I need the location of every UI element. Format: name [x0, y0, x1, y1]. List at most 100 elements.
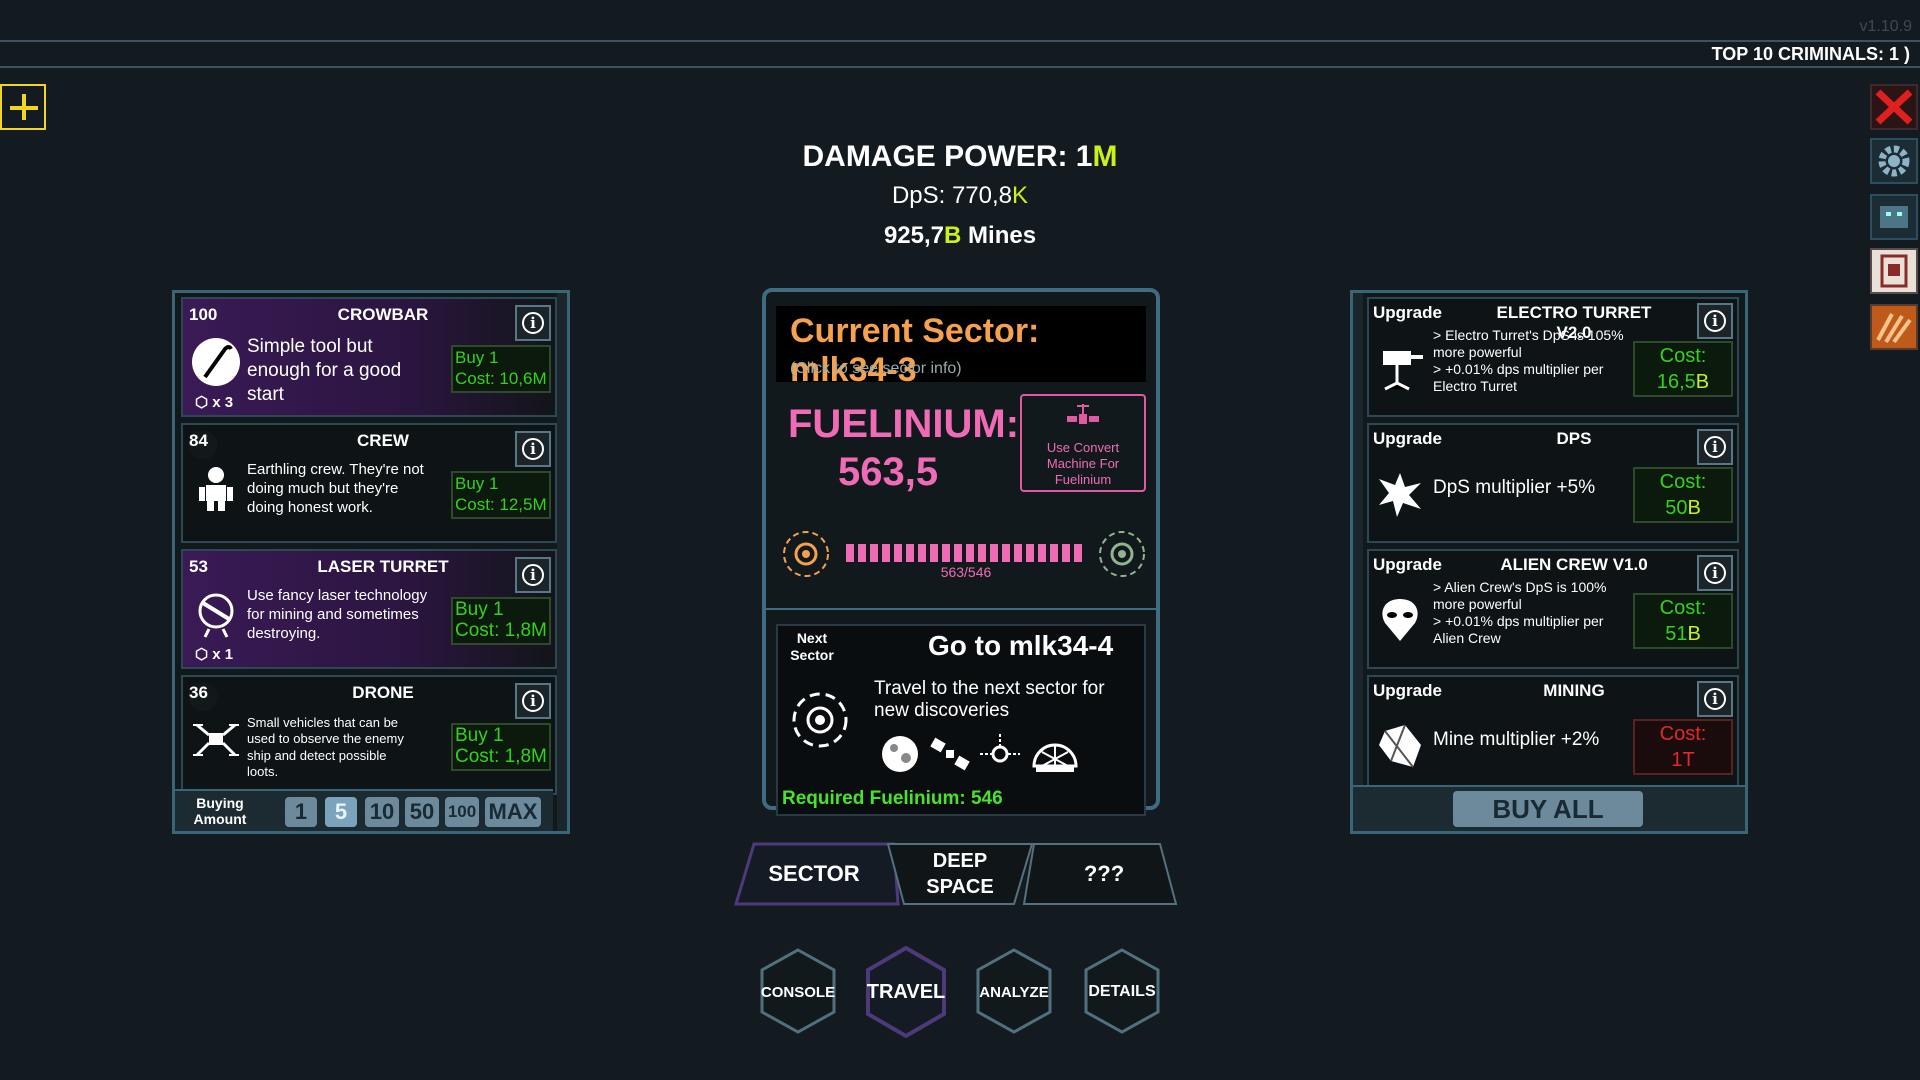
- upgrade-cost-button[interactable]: Cost: 51B: [1633, 593, 1733, 649]
- info-icon: i: [1704, 688, 1726, 710]
- cost-label: Cost:: [1659, 723, 1707, 745]
- upgrade-description: > Electro Turret's DpS is 105% more powe…: [1433, 327, 1624, 394]
- damage-power-stat: DAMAGE POWER: 1M: [0, 140, 1920, 174]
- upgrade-title: DPS: [1556, 429, 1592, 448]
- next-sector-description: Travel to the next sector for new discov…: [874, 678, 1105, 721]
- tab-deep-space[interactable]: DEEP SPACE: [898, 844, 1022, 904]
- info-icon: i: [1704, 310, 1726, 332]
- fuelinium-label: FUELINIUM:: [788, 402, 1020, 446]
- upgrade-alien-crew[interactable]: Upgrade ALIEN CREW V1.0 i > Alien Crew's…: [1367, 549, 1739, 669]
- info-button[interactable]: i: [1697, 303, 1733, 339]
- info-button[interactable]: i: [515, 431, 551, 467]
- info-button[interactable]: i: [515, 557, 551, 593]
- upgrade-description: DpS multiplier +5%: [1433, 477, 1596, 498]
- shop-item-crowbar[interactable]: 100 CROWBAR i Simple tool but enough for…: [181, 297, 557, 417]
- info-button[interactable]: i: [1697, 681, 1733, 717]
- buy-label: Buy 1: [455, 348, 499, 367]
- buy-all-bar: BUY ALL: [1353, 785, 1745, 831]
- info-button[interactable]: i: [1697, 429, 1733, 465]
- wanted-poster-icon: [1880, 254, 1908, 288]
- info-button[interactable]: i: [1697, 555, 1733, 591]
- amount-10-button[interactable]: 10: [365, 797, 399, 827]
- buy-button[interactable]: Buy 1 Cost: 12,5M: [451, 471, 551, 519]
- upgrade-cost-button[interactable]: Cost: 1T: [1633, 719, 1733, 775]
- info-button[interactable]: i: [515, 305, 551, 341]
- tab-unknown[interactable]: ???: [1044, 844, 1164, 904]
- alien-icon: [1382, 599, 1418, 641]
- damage-power-suffix: M: [1092, 140, 1118, 173]
- satellite-icon: [1067, 404, 1099, 424]
- progress-segment: [1074, 544, 1082, 562]
- close-button[interactable]: [1870, 84, 1918, 130]
- claw-button[interactable]: [1870, 304, 1918, 350]
- upgrade-mining[interactable]: Upgrade MINING i Mine multiplier +2% Cos…: [1367, 675, 1739, 795]
- fuelinium-value: 563,5: [838, 450, 939, 494]
- item-title: CROWBAR: [337, 305, 429, 324]
- mines-stat: 925,7B Mines: [0, 222, 1920, 250]
- travel-button[interactable]: TRAVEL: [867, 950, 946, 1034]
- upgrade-cost-button[interactable]: Cost: 50B: [1633, 467, 1733, 523]
- upgrades-scrollbar[interactable]: [1353, 293, 1363, 831]
- progress-segment: [942, 544, 950, 562]
- convert-machine-button[interactable]: Use Convert Machine For Fuelinium: [1020, 394, 1146, 492]
- buy-button[interactable]: Buy 1 Cost: 1,8M: [451, 723, 551, 771]
- buy-cost: Cost: 10,6M: [455, 369, 547, 388]
- upgrade-dps[interactable]: Upgrade DPS i DpS multiplier +5% Cost: 5…: [1367, 423, 1739, 543]
- amount-1-button[interactable]: 1: [285, 797, 317, 827]
- analyze-button[interactable]: ANALYZE: [976, 950, 1052, 1034]
- damage-power-label: DAMAGE POWER: 1: [802, 140, 1093, 173]
- upgrade-description: > Alien Crew's DpS is 100% more powerful…: [1433, 579, 1607, 646]
- cost-value: 16,5: [1656, 371, 1696, 393]
- upgrade-cost-button[interactable]: Cost: 16,5B: [1633, 341, 1733, 397]
- progress-segment: [870, 544, 878, 562]
- console-button[interactable]: CONSOLE: [760, 950, 836, 1034]
- sector-divider: [766, 608, 1156, 610]
- mining-crystal-icon: [1379, 724, 1421, 768]
- travel-next-sector-card[interactable]: Next Sector Go to mlk34-4 Travel to the …: [776, 624, 1146, 816]
- laser-turret-icon: [198, 593, 234, 638]
- amount-5-button[interactable]: 5: [325, 797, 357, 827]
- space-station-icon: [980, 734, 1020, 763]
- upgrade-tag: Upgrade: [1373, 303, 1442, 322]
- purchase-scrollbar[interactable]: [557, 293, 567, 831]
- buy-label: Buy 1: [455, 474, 499, 493]
- wanted-button[interactable]: [1870, 248, 1918, 294]
- dps-stat: DpS: 770,8K: [0, 182, 1920, 210]
- shop-item-laser-turret[interactable]: 53 LASER TURRET i Use fancy laser techno…: [181, 549, 557, 669]
- electro-turret-icon: [1383, 351, 1423, 391]
- buy-label: Buy 1: [455, 725, 504, 746]
- fuelinium-progress-bar: [846, 544, 1082, 562]
- buying-amount-label: Buying Amount: [193, 795, 247, 827]
- upgrade-tag: Upgrade: [1373, 429, 1442, 448]
- cost-value: 51: [1665, 623, 1688, 645]
- info-button[interactable]: i: [515, 683, 551, 719]
- info-icon: i: [1704, 436, 1726, 458]
- buy-button[interactable]: Buy 1 Cost: 10,6M: [451, 345, 551, 393]
- add-button[interactable]: [0, 84, 46, 130]
- top-criminals-label[interactable]: TOP 10 CRIMINALS: 1 ): [1712, 44, 1910, 65]
- buy-button[interactable]: Buy 1 Cost: 1,8M: [451, 597, 551, 645]
- amount-100-button[interactable]: 100: [445, 797, 479, 827]
- cost-suffix: B: [1687, 623, 1701, 645]
- upgrade-electro-turret[interactable]: Upgrade ELECTRO TURRET V2.0 i > Electro …: [1367, 297, 1739, 417]
- cube-icon: ⬡: [195, 646, 213, 663]
- dome-icon: [1032, 743, 1078, 772]
- item-level: 53: [189, 557, 208, 576]
- tab-sector[interactable]: SECTOR: [754, 844, 874, 904]
- shop-item-drone[interactable]: 36 DRONE i Small vehicles that can be us…: [181, 675, 557, 795]
- upgrade-tag: Upgrade: [1373, 555, 1442, 574]
- crowbar-icon: [192, 338, 240, 386]
- buying-amount-bar: Buying Amount 1 5 10 50 100 MAX: [175, 789, 553, 831]
- buy-all-button[interactable]: BUY ALL: [1453, 791, 1643, 827]
- top-divider-2: [0, 66, 1920, 68]
- amount-50-button[interactable]: 50: [405, 797, 439, 827]
- close-icon: [1875, 89, 1913, 125]
- item-description: Earthling crew. They're not doing much b…: [247, 461, 424, 516]
- item-multiplier: ⬡ x 3: [195, 394, 234, 411]
- details-button[interactable]: DETAILS: [1084, 950, 1160, 1034]
- sector-info-button[interactable]: Current Sector: mlk34-3 (Click to see se…: [776, 306, 1146, 389]
- info-icon: i: [1704, 562, 1726, 584]
- shop-item-crew[interactable]: 84 CREW i Earthling crew. They're not do…: [181, 423, 557, 543]
- progress-segment: [1050, 544, 1058, 562]
- amount-max-button[interactable]: MAX: [485, 797, 541, 827]
